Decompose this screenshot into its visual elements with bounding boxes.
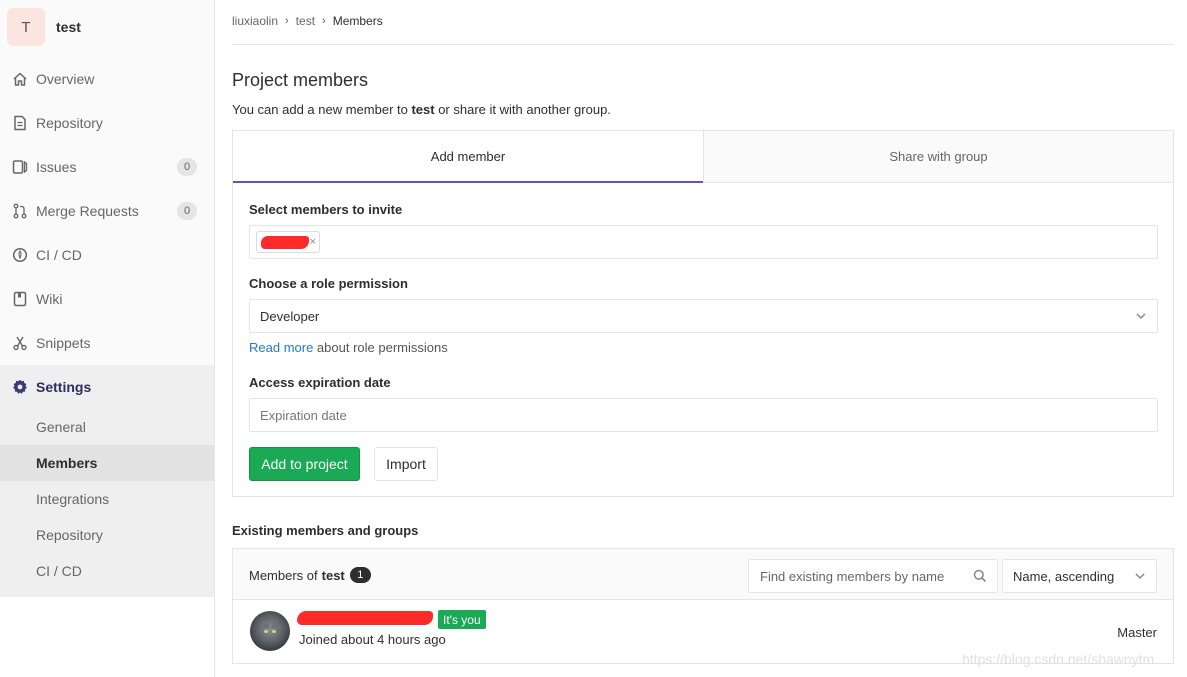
tab-add-member[interactable]: Add member xyxy=(233,131,703,183)
merge-requests-count-badge: 0 xyxy=(177,202,197,220)
sidebar-item-label: CI / CD xyxy=(36,247,82,263)
chevron-down-icon xyxy=(1135,573,1145,580)
sidebar-item-label: Merge Requests xyxy=(36,203,139,219)
chip-remove-icon[interactable]: × xyxy=(310,236,316,248)
settings-sub-repository[interactable]: Repository xyxy=(0,517,214,553)
role-label: Choose a role permission xyxy=(249,276,408,291)
sidebar-item-overview[interactable]: Overview xyxy=(0,59,214,99)
read-more-link[interactable]: Read more xyxy=(249,340,313,355)
chevron-right-icon: › xyxy=(285,15,289,27)
divider xyxy=(232,44,1174,45)
settings-sub-integrations[interactable]: Integrations xyxy=(0,481,214,517)
help-text: about role permissions xyxy=(313,340,448,355)
sidebar-item-wiki[interactable]: Wiki xyxy=(0,279,214,319)
breadcrumb-user[interactable]: liuxiaolin xyxy=(232,14,278,28)
sidebar: T test Overview Repository Issues 0 Merg… xyxy=(0,0,215,677)
sidebar-item-label: Repository xyxy=(36,115,103,131)
issues-count-badge: 0 xyxy=(177,158,197,176)
search-icon xyxy=(973,569,987,583)
tab-share-with-group[interactable]: Share with group xyxy=(703,131,1173,183)
desc-text: You can add a new member to xyxy=(232,102,412,117)
sort-value: Name, ascending xyxy=(1013,568,1115,584)
settings-sub-members[interactable]: Members xyxy=(0,445,214,481)
desc-text: or share it with another group. xyxy=(434,102,611,117)
sidebar-item-label: Snippets xyxy=(36,335,91,351)
book-icon xyxy=(12,291,28,307)
redacted-username xyxy=(261,236,309,249)
import-button[interactable]: Import xyxy=(374,447,438,481)
search-placeholder: Find existing members by name xyxy=(760,568,945,584)
sidebar-item-issues[interactable]: Issues 0 xyxy=(0,147,214,187)
sidebar-item-repository[interactable]: Repository xyxy=(0,103,214,143)
chevron-down-icon xyxy=(1136,313,1146,320)
sidebar-item-snippets[interactable]: Snippets xyxy=(0,323,214,363)
project-name: test xyxy=(56,19,81,35)
breadcrumb-current[interactable]: Members xyxy=(333,14,383,28)
expiry-label: Access expiration date xyxy=(249,375,391,390)
breadcrumb-project[interactable]: test xyxy=(296,14,315,28)
redacted-member-name[interactable] xyxy=(297,611,433,625)
home-icon xyxy=(12,71,28,87)
members-panel: Members of test 1 Find existing members … xyxy=(232,548,1174,664)
page-description: You can add a new member to test or shar… xyxy=(232,102,611,117)
role-select[interactable]: Developer xyxy=(249,299,1158,333)
watermark: https://blog.csdn.net/shawnytm xyxy=(962,651,1155,667)
page-title: Project members xyxy=(232,70,369,90)
issues-icon xyxy=(12,159,28,175)
invite-panel: Add member Share with group Select membe… xyxy=(232,130,1174,497)
sidebar-item-settings[interactable]: Settings xyxy=(0,367,214,407)
members-of-text: Members of test 1 xyxy=(249,567,371,583)
members-of-project: test xyxy=(321,567,345,583)
existing-members-title: Existing members and groups xyxy=(232,523,419,538)
settings-sub-ci-cd[interactable]: CI / CD xyxy=(0,553,214,589)
sidebar-footer xyxy=(0,597,214,677)
expiry-date-input[interactable]: Expiration date xyxy=(249,398,1158,432)
sidebar-item-label: Issues xyxy=(36,159,77,175)
merge-request-icon xyxy=(12,203,28,219)
chevron-right-icon: › xyxy=(322,15,326,27)
sidebar-item-label: Wiki xyxy=(36,291,63,307)
doc-icon xyxy=(12,115,28,131)
project-avatar: T xyxy=(7,8,45,46)
sort-dropdown[interactable]: Name, ascending xyxy=(1002,559,1157,593)
member-count-badge: 1 xyxy=(349,567,371,583)
sidebar-item-merge-requests[interactable]: Merge Requests 0 xyxy=(0,191,214,231)
members-of-label: Members of xyxy=(249,567,318,583)
scissors-icon xyxy=(12,335,28,351)
project-header[interactable]: T test xyxy=(0,0,214,54)
role-value: Developer xyxy=(260,308,320,324)
role-help: Read more about role permissions xyxy=(249,340,448,355)
rocket-icon xyxy=(12,247,28,263)
select-members-label: Select members to invite xyxy=(249,202,403,217)
expiry-placeholder: Expiration date xyxy=(260,407,347,423)
sidebar-item-label: Overview xyxy=(36,71,95,87)
selected-member-chip: × xyxy=(256,231,320,253)
members-header: Members of test 1 Find existing members … xyxy=(233,549,1173,600)
members-select-input[interactable]: × xyxy=(249,225,1158,259)
member-role: Master xyxy=(1117,625,1157,640)
member-search-input[interactable]: Find existing members by name xyxy=(748,559,998,593)
its-you-badge: It's you xyxy=(438,610,486,629)
gear-icon xyxy=(12,379,28,395)
joined-text: Joined about 4 hours ago xyxy=(299,632,446,647)
avatar[interactable] xyxy=(250,611,290,651)
sidebar-item-ci-cd[interactable]: CI / CD xyxy=(0,235,214,275)
breadcrumb: liuxiaolin › test › Members xyxy=(232,14,383,28)
settings-sub-general[interactable]: General xyxy=(0,409,214,445)
desc-project: test xyxy=(411,102,435,117)
sidebar-item-label: Settings xyxy=(36,379,92,395)
add-to-project-button[interactable]: Add to project xyxy=(249,447,360,481)
